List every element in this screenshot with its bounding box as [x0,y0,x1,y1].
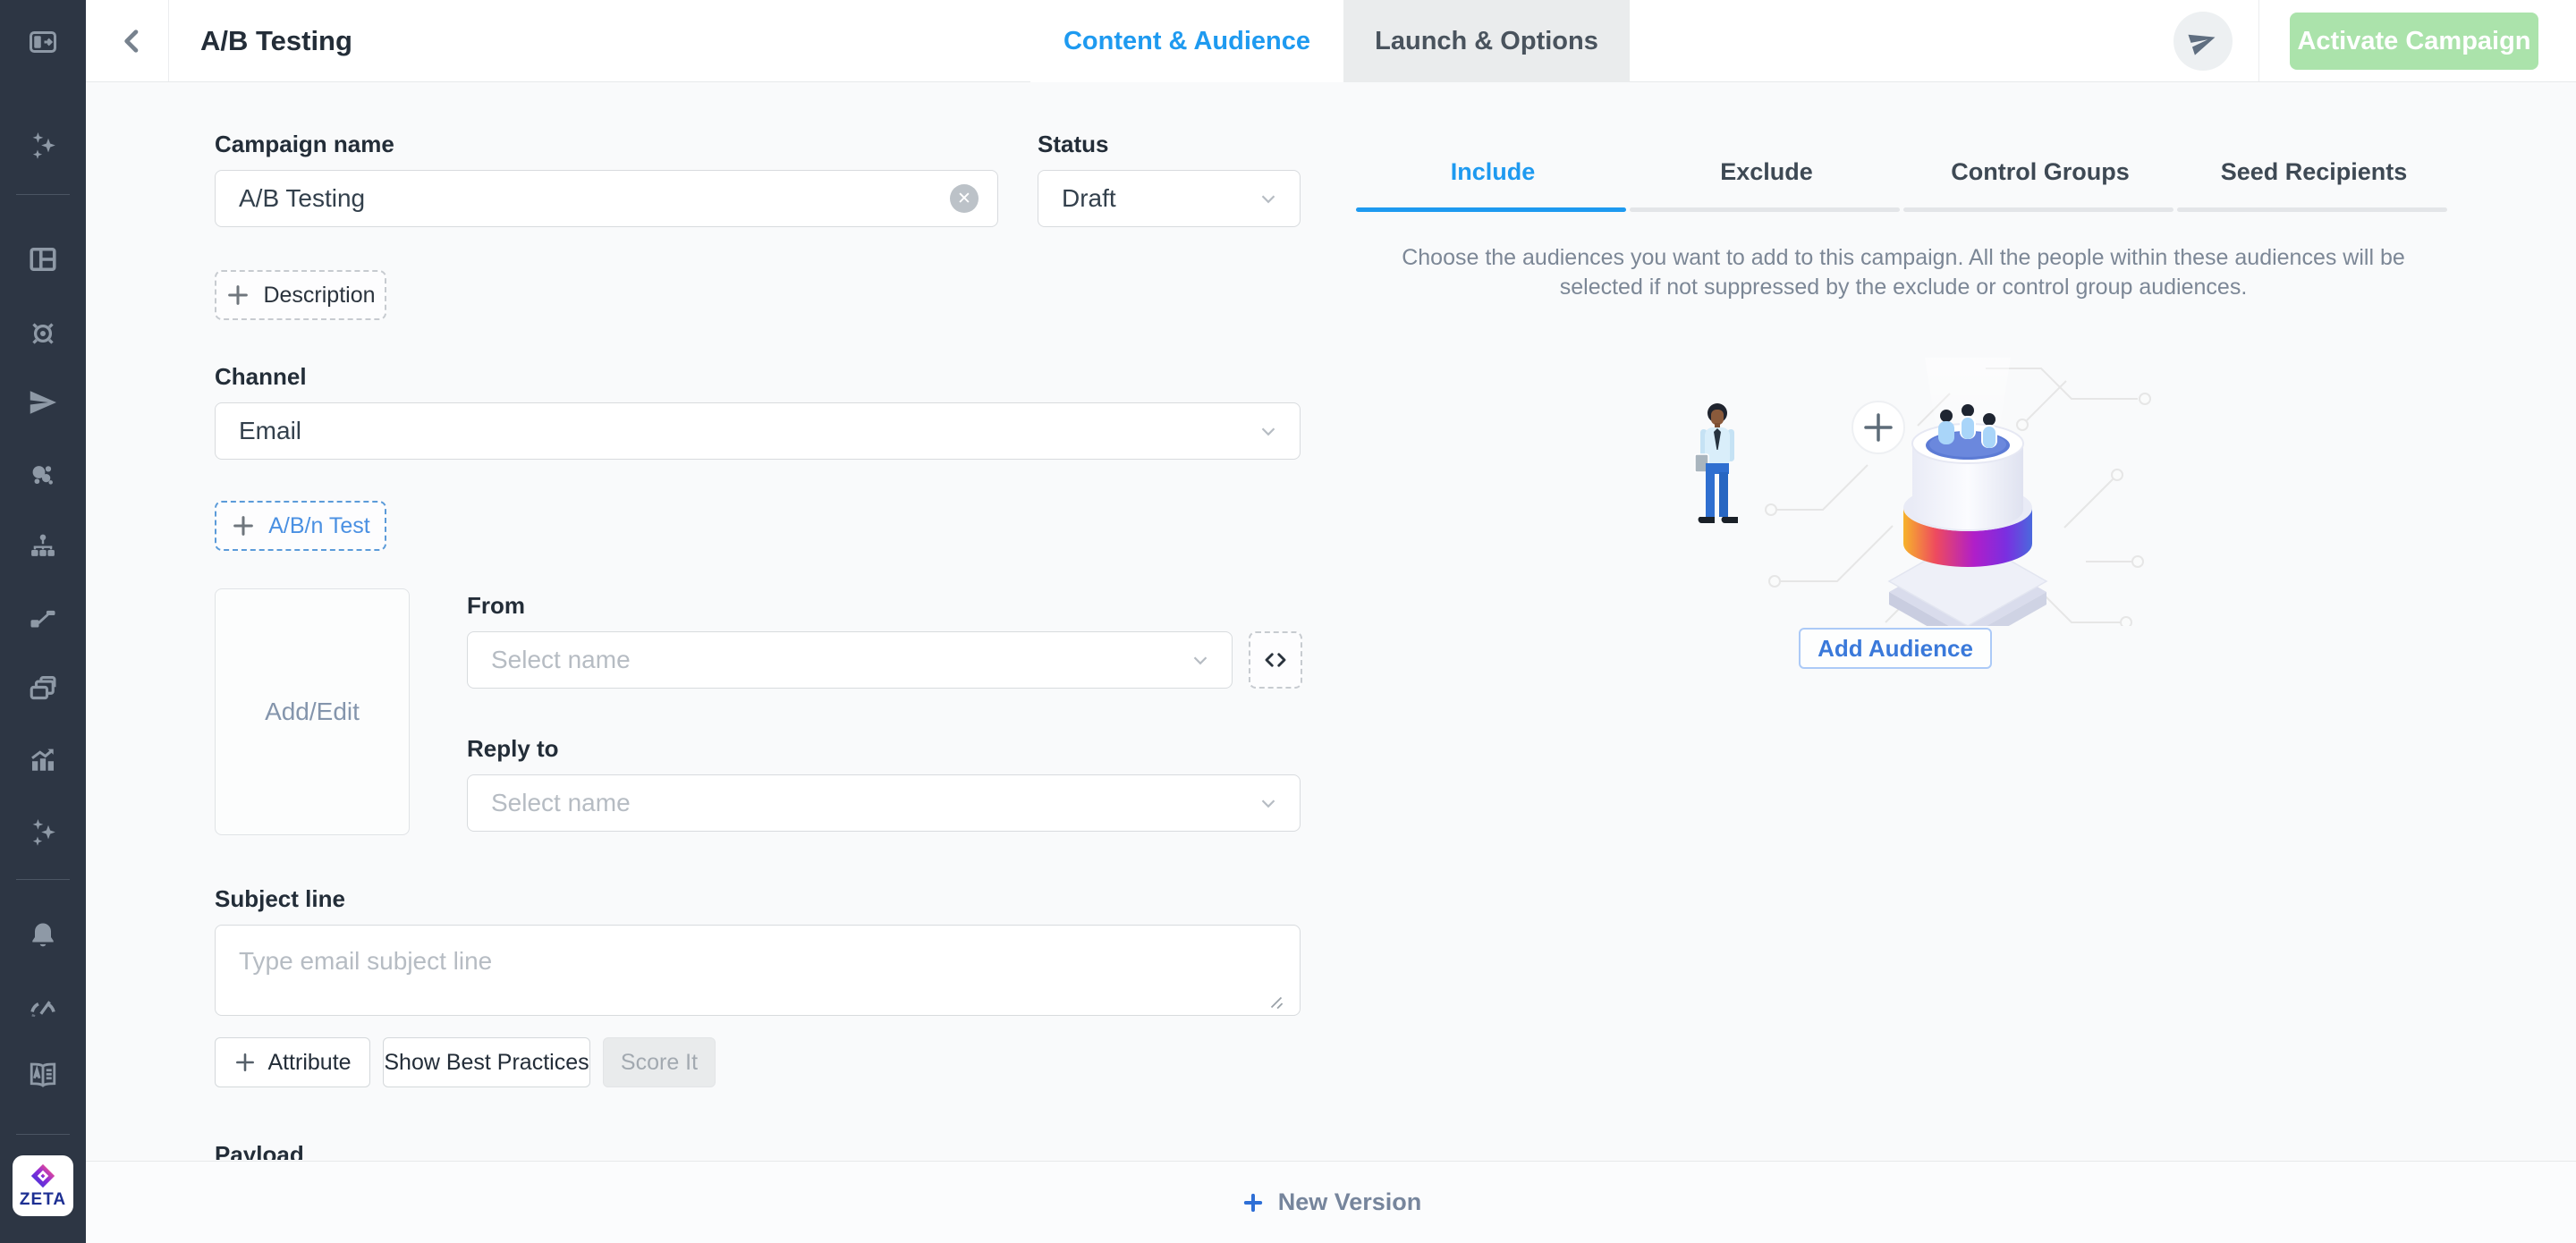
add-attribute-button[interactable]: Attribute [215,1037,370,1087]
from-placeholder: Select name [468,646,631,674]
chevron-down-icon [1257,419,1280,443]
send-test-button[interactable] [2174,12,2233,71]
audience-tab-exclude[interactable]: Exclude [1630,152,1903,191]
zeta-diamond-icon [30,1163,56,1189]
code-icon [1262,647,1289,673]
plus-icon [225,283,250,308]
campaign-editor-screen: ZETA A/B Testing Content & Audience Laun… [0,0,2576,1243]
notifications-icon[interactable] [21,914,64,957]
status-value: Draft [1038,184,1116,213]
add-abn-test-label: A/B/n Test [268,513,370,539]
add-edit-creative-button[interactable]: Add/Edit [215,588,410,835]
payload-section-clipped: Payload [215,1141,483,1160]
tab-underline [2177,207,2447,212]
chevron-down-icon [1257,187,1280,210]
goals-icon[interactable] [21,312,64,355]
subject-line-input[interactable] [215,925,1301,1016]
campaigns-icon[interactable] [21,381,64,424]
campaign-name-input[interactable]: A/B Testing [215,170,998,227]
audience-tab-include[interactable]: Include [1356,152,1630,191]
performance-icon[interactable] [21,986,64,1029]
add-edit-label: Add/Edit [265,698,360,726]
sidebar-divider [16,1134,70,1135]
plus-icon [233,1051,257,1074]
sidebar-divider [16,194,70,195]
status-select[interactable]: Draft [1038,170,1301,227]
add-audience-plus-icon[interactable] [1852,402,1904,453]
show-best-practices-label: Show Best Practices [384,1050,589,1076]
ai-assistant-icon[interactable] [21,811,64,854]
page-title: A/B Testing [200,0,352,82]
audience-tab-seed-recipients[interactable]: Seed Recipients [2177,152,2451,191]
hierarchy-icon[interactable] [21,526,64,569]
audience-illustration [1682,358,2182,626]
tab-underline-active [1356,207,1626,212]
analytics-icon[interactable] [21,738,64,781]
reply-to-label: Reply to [467,735,559,763]
reply-to-select[interactable]: Select name [467,774,1301,832]
tab-content-audience[interactable]: Content & Audience [1030,0,1343,82]
paper-plane-icon [2188,26,2218,56]
show-best-practices-button[interactable]: Show Best Practices [383,1037,590,1087]
campaign-name-label: Campaign name [215,131,394,158]
audience-description-text: Choose the audiences you want to add to … [1394,243,2413,302]
add-audience-button[interactable]: Add Audience [1799,628,1992,669]
add-description-button[interactable]: Description [215,270,386,320]
add-attribute-label: Attribute [267,1050,351,1076]
header: A/B Testing Content & Audience Launch & … [86,0,2576,82]
journeys-icon[interactable] [21,596,64,639]
channel-value: Email [216,417,301,445]
channel-select[interactable]: Email [215,402,1301,460]
payload-label: Payload [215,1141,483,1160]
chevron-left-icon [115,24,149,58]
activate-campaign-button[interactable]: Activate Campaign [2290,13,2538,70]
audiences-icon[interactable] [21,453,64,496]
tab-underline [1630,207,1900,212]
new-version-label: New Version [1278,1188,1422,1216]
person-figure [1695,403,1738,523]
chevron-down-icon [1257,791,1280,815]
sidebar-toggle-icon[interactable] [21,21,64,63]
new-version-bar[interactable]: New Version [86,1161,2576,1243]
glossary-icon[interactable] [21,1053,64,1096]
reply-to-placeholder: Select name [468,789,631,817]
plus-icon [1241,1190,1266,1215]
campaign-name-value: A/B Testing [216,184,365,213]
header-tabs: Content & Audience Launch & Options [1030,0,1630,82]
from-label: From [467,592,525,620]
zeta-logo-text: ZETA [20,1190,66,1210]
chevron-down-icon [1189,648,1212,672]
status-label: Status [1038,131,1108,158]
audience-tab-control-groups[interactable]: Control Groups [1903,152,2177,191]
sidebar-divider [16,879,70,880]
sidebar: ZETA [0,0,86,1243]
templates-icon[interactable] [21,667,64,710]
personalization-code-button[interactable] [1249,631,1302,689]
header-divider [2258,0,2259,81]
subject-line-label: Subject line [215,885,345,913]
ai-sparkles-icon[interactable] [21,124,64,167]
zeta-logo[interactable]: ZETA [13,1155,73,1216]
tab-underline [1903,207,2174,212]
tab-launch-options[interactable]: Launch & Options [1343,0,1630,82]
plus-icon [231,513,256,538]
clear-campaign-name-icon[interactable]: ✕ [950,184,979,213]
score-it-label: Score It [621,1050,698,1076]
channel-label: Channel [215,363,307,391]
add-description-label: Description [263,283,375,309]
boards-icon[interactable] [21,238,64,281]
score-it-button[interactable]: Score It [603,1037,716,1087]
back-button[interactable] [113,21,152,61]
add-abn-test-button[interactable]: A/B/n Test [215,501,386,551]
header-divider [168,0,169,81]
from-select[interactable]: Select name [467,631,1233,689]
